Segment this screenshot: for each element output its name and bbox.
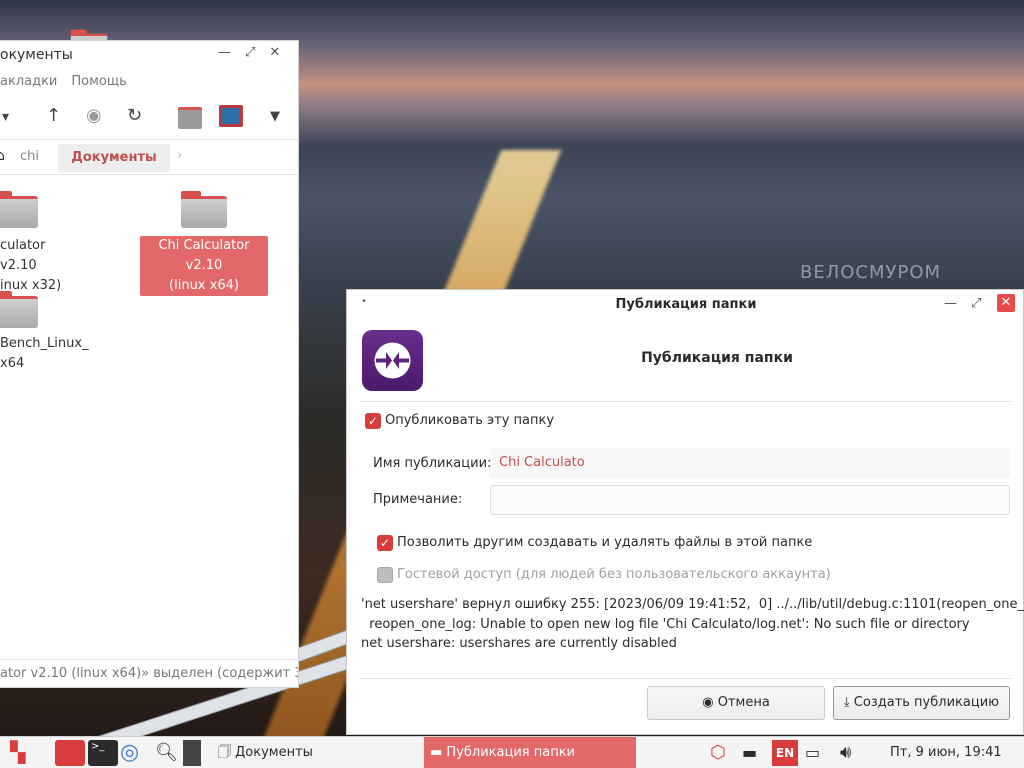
- folder-label-line: (linux x64): [169, 278, 239, 293]
- file-manager-window: окументы — ⤢ ✕ акладки Помощь ▾ ↑ ◉ ↻ ▼ …: [0, 40, 299, 688]
- publish-checkbox[interactable]: ✓: [365, 413, 381, 429]
- window-controls: — ⤢: [944, 296, 981, 311]
- create-share-button[interactable]: ⤓ Создать публикацию: [833, 686, 1010, 720]
- task-share-dialog[interactable]: ▬ Публикация папки: [424, 737, 636, 768]
- minimize-icon[interactable]: —: [218, 45, 231, 60]
- download-icon: ⤓: [843, 695, 854, 710]
- folder-label-line: x64: [0, 356, 25, 371]
- cancel-icon: ◉: [702, 695, 718, 710]
- maximize-icon[interactable]: ⤢: [245, 45, 255, 60]
- breadcrumb-home[interactable]: chi: [20, 149, 39, 164]
- folder-label-line: Chi Calculator v2.10: [158, 238, 250, 273]
- divider: [359, 678, 1011, 679]
- minimize-icon[interactable]: —: [944, 296, 957, 311]
- task-file-manager-label: Документы: [235, 745, 313, 760]
- up-arrow-icon[interactable]: ↑: [46, 105, 61, 126]
- start-menu-icon[interactable]: ▚: [10, 740, 34, 766]
- folder-label[interactable]: culator v2.10 inux x32): [0, 236, 80, 296]
- create-share-button-label: Создать публикацию: [853, 695, 1000, 710]
- breadcrumb: ⌂ chi Документы ›: [0, 139, 299, 175]
- menu-bookmarks[interactable]: акладки: [0, 74, 57, 89]
- divider: [359, 401, 1011, 402]
- desktop-switch-icon[interactable]: [183, 740, 201, 766]
- folder-label-line: Bench_Linux_: [0, 336, 89, 351]
- reload-icon[interactable]: ↻: [127, 105, 142, 126]
- window-title: окументы: [0, 47, 73, 63]
- allow-write-label[interactable]: Позволить другим создавать и удалять фай…: [397, 535, 812, 550]
- chat-icon[interactable]: ▬: [742, 740, 764, 766]
- menu-help[interactable]: Помощь: [71, 74, 126, 89]
- dropdown-arrow-icon[interactable]: ▼: [270, 109, 280, 124]
- allow-write-checkbox[interactable]: ✓: [377, 535, 393, 551]
- task-share-dialog-label: Публикация папки: [446, 745, 575, 760]
- language-indicator[interactable]: EN: [772, 740, 798, 766]
- clock[interactable]: Пт, 9 июн, 19:41: [890, 740, 1020, 766]
- search-icon[interactable]: 🔍︎: [155, 740, 178, 766]
- menu-bar: акладки Помощь: [0, 74, 127, 89]
- share-name-field[interactable]: Chi Calculato: [490, 448, 1010, 478]
- share-task-icon: ▬: [430, 745, 447, 760]
- guest-access-checkbox: [377, 567, 393, 583]
- file-manager-launcher-icon[interactable]: [55, 740, 85, 766]
- folder-icon[interactable]: [0, 291, 38, 328]
- folder-label-line: culator v2.10: [0, 238, 46, 273]
- stop-icon[interactable]: ◉: [86, 105, 102, 126]
- toolbar: ▾ ↑ ◉ ↻ ▼: [0, 105, 299, 141]
- share-name-label: Имя публикации:: [373, 456, 492, 471]
- network-disconnected-icon[interactable]: ▭: [805, 740, 829, 766]
- terminal-launcher-icon[interactable]: >_: [88, 740, 118, 766]
- comment-field[interactable]: [490, 485, 1010, 515]
- home-folder-icon[interactable]: [178, 107, 202, 129]
- app-logo: [362, 330, 423, 391]
- chevron-right-icon[interactable]: ›: [177, 148, 182, 163]
- volume-icon[interactable]: 🔊︎: [840, 740, 864, 766]
- error-message: 'net usershare' вернул ошибку 255: [2023…: [361, 597, 1024, 651]
- desktop-icon[interactable]: [219, 105, 243, 127]
- guest-access-label: Гостевой доступ (для людей без пользоват…: [397, 567, 831, 582]
- back-arrow-icon[interactable]: ▾: [2, 109, 9, 125]
- folder-label-selected[interactable]: Chi Calculator v2.10 (linux x64): [140, 236, 268, 296]
- close-icon[interactable]: ✕: [269, 45, 280, 60]
- breadcrumb-current[interactable]: Документы: [58, 144, 170, 172]
- share-logo-icon: [374, 342, 411, 379]
- dialog-title: Публикация папки: [615, 297, 757, 312]
- status-bar: ator v2.10 (linux x64)» выделен (содержи…: [0, 659, 298, 687]
- maximize-icon[interactable]: ⤢: [971, 296, 981, 311]
- home-icon[interactable]: ⌂: [0, 148, 5, 164]
- comment-label: Примечание:: [373, 492, 463, 507]
- browser-launcher-icon[interactable]: ◎: [120, 740, 148, 766]
- share-dialog: • Публикация папки — ⤢ ✕ Публикация папк…: [346, 289, 1024, 735]
- task-file-manager[interactable]: 🗍︎ Документы: [212, 740, 412, 766]
- folder-label[interactable]: Bench_Linux_ x64: [0, 334, 90, 374]
- publish-label[interactable]: Опубликовать эту папку: [385, 413, 554, 428]
- folder-icon[interactable]: [181, 191, 227, 228]
- package-icon[interactable]: ⬡: [710, 740, 734, 766]
- cancel-button[interactable]: ◉ Отмена: [647, 686, 825, 720]
- cancel-button-label: Отмена: [717, 695, 770, 710]
- window-controls: — ⤢ ✕: [218, 45, 280, 60]
- close-icon[interactable]: ✕: [997, 294, 1015, 312]
- taskbar: ▚ >_ ◎ 🔍︎ 🗍︎ Документы ▬ Публикация папк…: [0, 736, 1024, 768]
- dialog-header: Публикация папки: [641, 350, 793, 366]
- folder-icon[interactable]: [0, 191, 38, 228]
- file-manager-task-icon: 🗍︎: [218, 745, 236, 760]
- wallpaper-watermark: ВЕЛОСМУРОМ: [800, 262, 942, 283]
